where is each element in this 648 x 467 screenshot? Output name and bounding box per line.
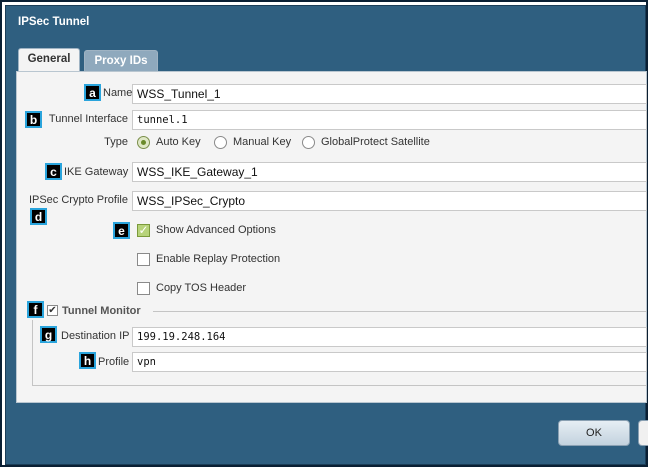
screenshot-frame: IPSec Tunnel General Proxy IDs a Name WS…: [0, 0, 648, 467]
type-globalprotect-satellite-radio[interactable]: [302, 136, 315, 149]
type-globalprotect-satellite-label: GlobalProtect Satellite: [321, 136, 430, 148]
callout-badge-c: c: [45, 163, 62, 180]
tab-general[interactable]: General: [18, 48, 80, 72]
callout-badge-b: b: [25, 111, 42, 128]
enable-replay-protection-label: Enable Replay Protection: [156, 253, 281, 265]
type-manual-key-label: Manual Key: [233, 136, 292, 148]
name-input[interactable]: WSS_Tunnel_1: [132, 84, 647, 104]
ike-gateway-label: IKE Gateway: [64, 166, 129, 178]
type-auto-key-label: Auto Key: [156, 136, 201, 148]
callout-badge-h: h: [79, 352, 96, 369]
destination-ip-label: Destination IP: [61, 330, 130, 342]
tunnel-monitor-left-border: [32, 320, 33, 385]
tunnel-monitor-checkbox[interactable]: ✔: [47, 305, 58, 316]
general-panel: a Name WSS_Tunnel_1 b Tunnel Interface t…: [16, 71, 647, 403]
tunnel-interface-label: Tunnel Interface: [48, 113, 128, 125]
callout-badge-a: a: [84, 84, 101, 101]
show-advanced-options-label: Show Advanced Options: [156, 224, 276, 236]
profile-select[interactable]: vpn: [132, 352, 647, 372]
type-auto-key-radio[interactable]: [137, 136, 150, 149]
callout-badge-d: d: [30, 208, 47, 225]
show-advanced-options-checkbox[interactable]: ✓: [137, 224, 150, 237]
type-manual-key-radio[interactable]: [214, 136, 227, 149]
tunnel-monitor-divider: [153, 311, 647, 312]
copy-tos-header-checkbox[interactable]: [137, 282, 150, 295]
callout-badge-g: g: [40, 326, 57, 343]
tunnel-monitor-bottom-border: [32, 385, 647, 386]
cancel-button-partial[interactable]: [638, 420, 648, 446]
ipsec-crypto-profile-select[interactable]: WSS_IPSec_Crypto: [132, 191, 647, 211]
callout-badge-f: f: [27, 301, 44, 318]
ipsec-crypto-profile-label: IPSec Crypto Profile: [28, 194, 128, 206]
tunnel-monitor-title: Tunnel Monitor: [62, 305, 141, 317]
callout-badge-e: e: [113, 222, 130, 239]
ipsec-tunnel-dialog: IPSec Tunnel General Proxy IDs a Name WS…: [5, 5, 648, 465]
destination-ip-field[interactable]: 199.19.248.164: [132, 327, 647, 347]
tab-proxy-ids[interactable]: Proxy IDs: [84, 50, 158, 72]
copy-tos-header-label: Copy TOS Header: [156, 282, 247, 294]
ok-button[interactable]: OK: [558, 420, 630, 446]
dialog-title: IPSec Tunnel: [18, 16, 90, 28]
ike-gateway-select[interactable]: WSS_IKE_Gateway_1: [132, 162, 647, 182]
name-label: Name: [103, 87, 133, 99]
enable-replay-protection-checkbox[interactable]: [137, 253, 150, 266]
tunnel-interface-field[interactable]: tunnel.1: [132, 110, 647, 130]
profile-label: Profile: [98, 356, 130, 368]
type-label: Type: [104, 136, 128, 148]
